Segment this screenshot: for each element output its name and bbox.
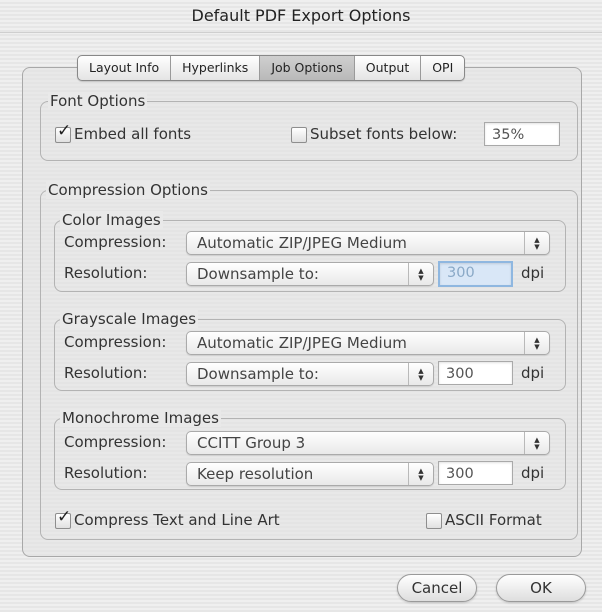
- up-down-arrows-icon: ▲ ▼: [408, 463, 433, 485]
- color-compression-label: Compression:: [64, 233, 167, 251]
- title-divider: [0, 32, 602, 33]
- subset-fonts-percent-input[interactable]: 35%: [484, 122, 560, 146]
- up-down-arrows-icon: ▲ ▼: [524, 432, 549, 454]
- color-images-legend: Color Images: [60, 211, 163, 229]
- compress-text-label[interactable]: Compress Text and Line Art: [74, 511, 280, 529]
- subset-fonts-label[interactable]: Subset fonts below:: [310, 125, 457, 143]
- window-title: Default PDF Export Options: [191, 6, 411, 25]
- monochrome-compression-value: CCITT Group 3: [197, 434, 306, 452]
- tab-layout-info[interactable]: Layout Info: [78, 56, 172, 80]
- color-resolution-value: Downsample to:: [197, 265, 319, 283]
- up-down-arrows-icon: ▲ ▼: [524, 232, 549, 254]
- compress-text-checkbox[interactable]: ✓: [55, 507, 71, 529]
- embed-all-fonts-checkbox[interactable]: ✓: [55, 121, 71, 143]
- monochrome-dpi-input[interactable]: 300: [438, 461, 513, 485]
- ascii-format-checkbox[interactable]: [426, 513, 442, 529]
- up-down-arrows-icon: ▲ ▼: [408, 363, 433, 385]
- grayscale-compression-label: Compression:: [64, 333, 167, 351]
- grayscale-resolution-label: Resolution:: [64, 364, 148, 382]
- monochrome-images-legend: Monochrome Images: [60, 409, 221, 427]
- grayscale-resolution-value: Downsample to:: [197, 365, 319, 383]
- tab-job-options[interactable]: Job Options: [260, 56, 355, 80]
- grayscale-images-legend: Grayscale Images: [60, 310, 199, 328]
- tab-hyperlinks[interactable]: Hyperlinks: [171, 56, 261, 80]
- grayscale-compression-value: Automatic ZIP/JPEG Medium: [197, 334, 407, 352]
- grayscale-compression-popup[interactable]: Automatic ZIP/JPEG Medium ▲ ▼: [186, 331, 550, 355]
- color-resolution-popup[interactable]: Downsample to: ▲ ▼: [186, 262, 434, 286]
- grayscale-dpi-input[interactable]: 300: [438, 361, 513, 385]
- monochrome-dpi-unit: dpi: [521, 464, 545, 482]
- color-compression-popup[interactable]: Automatic ZIP/JPEG Medium ▲ ▼: [186, 231, 550, 255]
- color-resolution-label: Resolution:: [64, 264, 148, 282]
- grayscale-dpi-unit: dpi: [521, 364, 545, 382]
- ascii-format-label[interactable]: ASCII Format: [445, 511, 542, 529]
- checkmark-icon: ✓: [57, 121, 72, 141]
- checkmark-icon: ✓: [57, 507, 72, 527]
- up-down-arrows-icon: ▲ ▼: [524, 332, 549, 354]
- up-down-arrows-icon: ▲ ▼: [408, 263, 433, 285]
- subset-fonts-checkbox[interactable]: [291, 127, 307, 143]
- ok-button[interactable]: OK: [496, 574, 586, 602]
- monochrome-compression-label: Compression:: [64, 433, 167, 451]
- monochrome-resolution-label: Resolution:: [64, 464, 148, 482]
- monochrome-compression-popup[interactable]: CCITT Group 3 ▲ ▼: [186, 431, 550, 455]
- color-dpi-unit: dpi: [521, 264, 545, 282]
- color-dpi-input[interactable]: 300: [438, 261, 513, 287]
- tab-bar: Layout Info Hyperlinks Job Options Outpu…: [77, 55, 466, 81]
- compression-options-legend: Compression Options: [46, 181, 210, 199]
- font-options-legend: Font Options: [48, 92, 148, 110]
- cancel-button[interactable]: Cancel: [397, 574, 477, 602]
- monochrome-resolution-popup[interactable]: Keep resolution ▲ ▼: [186, 462, 434, 486]
- tab-output[interactable]: Output: [355, 56, 422, 80]
- monochrome-resolution-value: Keep resolution: [197, 465, 314, 483]
- embed-all-fonts-label[interactable]: Embed all fonts: [74, 125, 191, 143]
- tab-opi[interactable]: OPI: [421, 56, 464, 80]
- color-compression-value: Automatic ZIP/JPEG Medium: [197, 234, 407, 252]
- grayscale-resolution-popup[interactable]: Downsample to: ▲ ▼: [186, 362, 434, 386]
